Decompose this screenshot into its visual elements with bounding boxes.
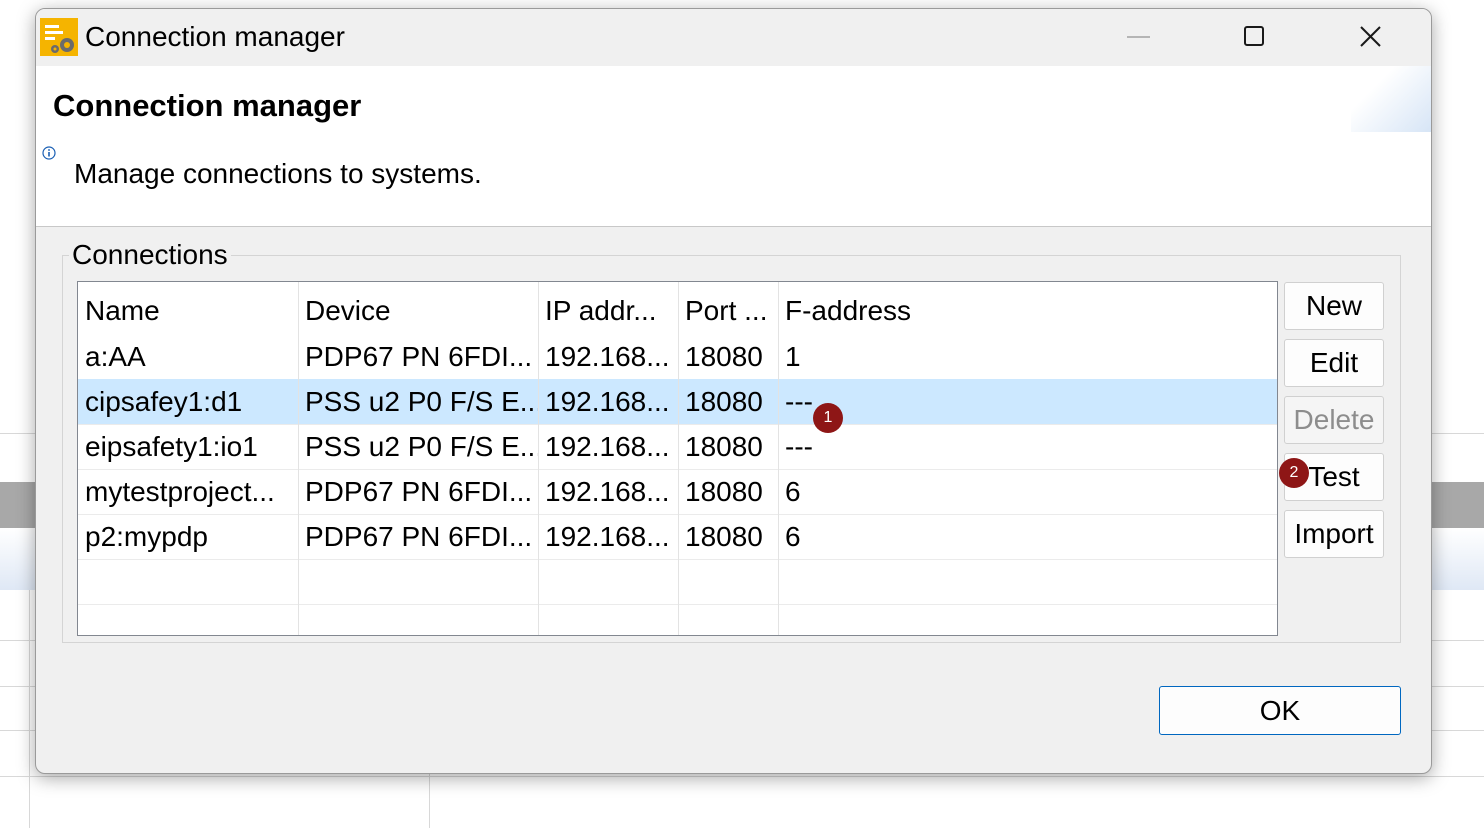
cell-port: 18080 bbox=[685, 521, 763, 552]
cell-faddress: 1 bbox=[785, 341, 801, 372]
column-header-ip[interactable]: IP addr... bbox=[538, 282, 678, 334]
column-header-port[interactable]: Port ... bbox=[678, 282, 778, 334]
cell-port: 18080 bbox=[685, 476, 763, 507]
cell-ip: 192.168... bbox=[545, 476, 670, 507]
annotation-marker-1: 1 bbox=[813, 403, 843, 433]
cell-faddress: 6 bbox=[785, 476, 801, 507]
connections-table[interactable]: Name Device IP addr... Port ... F-addres… bbox=[77, 281, 1278, 636]
cell-device: PDP67 PN 6FDI... bbox=[305, 341, 533, 372]
cell-ip: 192.168... bbox=[545, 521, 670, 552]
cell-name: cipsafey1:d1 bbox=[85, 386, 243, 417]
ok-button[interactable]: OK bbox=[1159, 686, 1401, 735]
app-gear-icon bbox=[40, 18, 78, 56]
banner-decoration bbox=[1351, 66, 1431, 132]
cell-port: 18080 bbox=[685, 386, 763, 417]
maximize-button[interactable] bbox=[1226, 9, 1284, 66]
cell-ip: 192.168... bbox=[545, 341, 670, 372]
column-divider bbox=[538, 282, 539, 635]
close-button[interactable] bbox=[1342, 9, 1400, 66]
cell-name: a:AA bbox=[85, 341, 146, 372]
cell-ip: 192.168... bbox=[545, 386, 670, 417]
window-title: Connection manager bbox=[85, 21, 345, 52]
cell-device: PDP67 PN 6FDI... bbox=[305, 476, 533, 507]
info-icon bbox=[42, 146, 56, 160]
minimize-icon bbox=[1127, 36, 1150, 38]
column-divider bbox=[778, 282, 779, 635]
edit-button[interactable]: Edit bbox=[1284, 339, 1384, 387]
cell-faddress: --- bbox=[785, 431, 813, 462]
cell-name: mytestproject... bbox=[85, 476, 275, 507]
cell-device: PSS u2 P0 F/S E... bbox=[305, 431, 538, 462]
cell-port: 18080 bbox=[685, 341, 763, 372]
column-header-name[interactable]: Name bbox=[78, 282, 298, 334]
title-bar[interactable]: Connection manager bbox=[36, 9, 1431, 66]
cell-device: PDP67 PN 6FDI... bbox=[305, 521, 533, 552]
banner-message: Manage connections to systems. bbox=[74, 158, 482, 189]
cell-name: eipsafety1:io1 bbox=[85, 431, 258, 462]
background-gridline bbox=[429, 772, 430, 828]
import-button[interactable]: Import bbox=[1284, 510, 1384, 558]
cell-name: p2:mypdp bbox=[85, 521, 208, 552]
header-banner: Connection manager Manage connections to… bbox=[36, 66, 1431, 227]
cell-port: 18080 bbox=[685, 431, 763, 462]
new-button[interactable]: New bbox=[1284, 282, 1384, 330]
cell-device: PSS u2 P0 F/S E... bbox=[305, 386, 538, 417]
background-gridline bbox=[0, 776, 1484, 777]
maximize-icon bbox=[1244, 26, 1264, 46]
column-divider bbox=[298, 282, 299, 635]
column-header-device[interactable]: Device bbox=[298, 282, 538, 334]
column-divider bbox=[678, 282, 679, 635]
delete-button[interactable]: Delete bbox=[1284, 396, 1384, 444]
connections-group-label: Connections bbox=[69, 239, 231, 271]
connection-manager-dialog: Connection manager Connection manager Ma… bbox=[35, 8, 1432, 774]
annotation-marker-2: 2 bbox=[1279, 458, 1309, 488]
cell-faddress: --- bbox=[785, 386, 813, 417]
cell-ip: 192.168... bbox=[545, 431, 670, 462]
background-gridline bbox=[29, 590, 30, 828]
column-header-faddress[interactable]: F-address bbox=[778, 282, 1277, 334]
banner-title: Connection manager bbox=[53, 88, 362, 123]
minimize-button[interactable] bbox=[1110, 9, 1168, 66]
close-icon bbox=[1360, 26, 1381, 47]
cell-faddress: 6 bbox=[785, 521, 801, 552]
